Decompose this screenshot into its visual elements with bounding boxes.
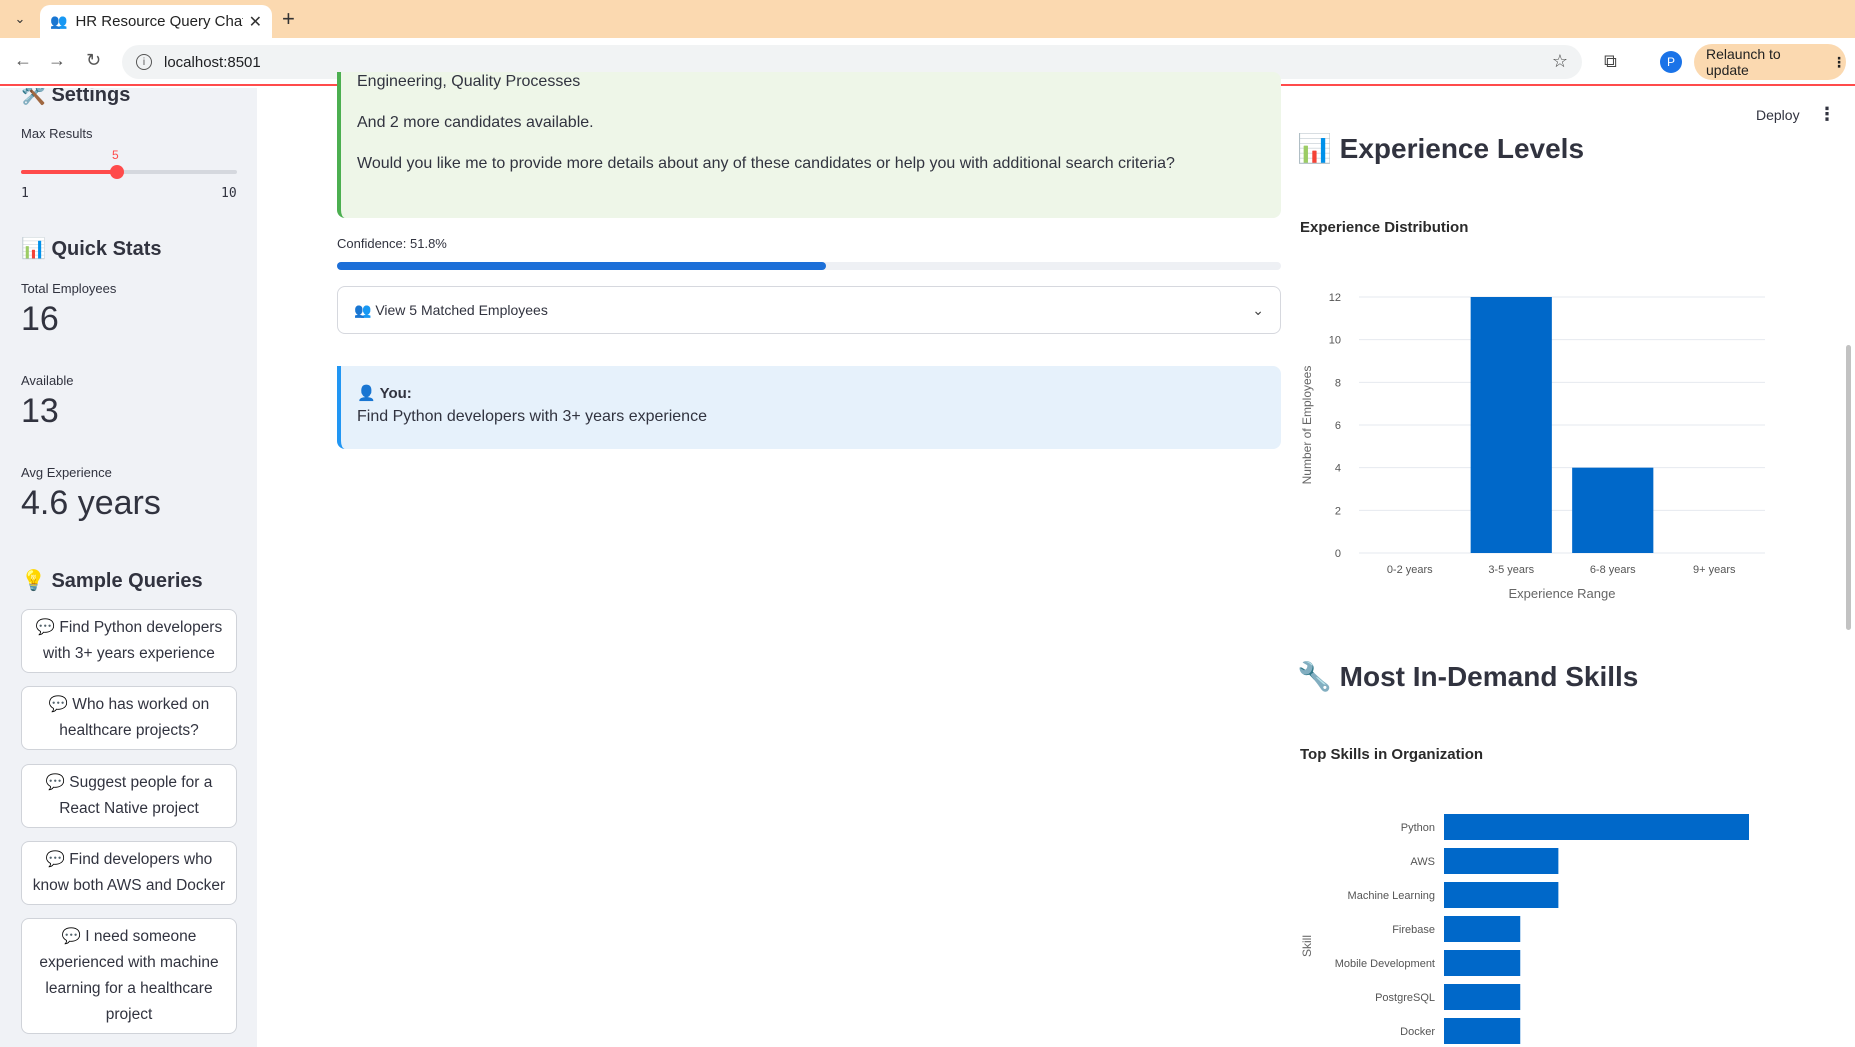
y-tick-label: Firebase	[1392, 924, 1435, 936]
sample-query-button[interactable]: 💬 Find Python developers with 3+ years e…	[21, 609, 237, 673]
assistant-line: Would you like me to provide more detail…	[357, 155, 1175, 172]
url-text: localhost:8501	[164, 53, 261, 71]
quick-stats-heading: 📊 Quick Stats	[21, 238, 162, 260]
assistant-line: And 2 more candidates available.	[357, 114, 594, 131]
bar	[1444, 848, 1559, 874]
bar	[1444, 814, 1749, 840]
relaunch-button[interactable]: Relaunch to update ⋮	[1694, 44, 1846, 80]
y-axis-label: Number of Employees	[1300, 366, 1314, 485]
bar	[1444, 882, 1559, 908]
skills-chart-title: Top Skills in Organization	[1300, 746, 1484, 763]
y-tick-label: 0	[1335, 548, 1341, 560]
tab-close-icon[interactable]: ✕	[249, 12, 262, 32]
assistant-line: Engineering, Quality Processes	[357, 73, 581, 90]
slider-thumb[interactable]	[109, 165, 124, 179]
bar	[1444, 916, 1521, 942]
y-tick-label: Machine Learning	[1348, 890, 1435, 902]
stat-value: 13	[21, 392, 59, 430]
y-tick-label: 6	[1335, 420, 1341, 432]
main-menu-icon[interactable]: ⋮	[1818, 104, 1836, 125]
stat-label: Available	[21, 373, 74, 388]
back-icon[interactable]: ←	[14, 50, 32, 71]
slider-value: 5	[112, 148, 119, 162]
sample-query-button[interactable]: 💬 I need someone experienced with machin…	[21, 918, 237, 1034]
bar	[1444, 1018, 1521, 1044]
experience-chart-title: Experience Distribution	[1300, 219, 1469, 236]
skills-heading: 🔧 Most In-Demand Skills	[1297, 661, 1639, 692]
page-scrollbar[interactable]	[1846, 345, 1851, 630]
sample-query-button[interactable]: 💬 Who has worked on healthcare projects?	[21, 686, 237, 750]
confidence-progress-bar	[337, 262, 1281, 270]
slider-fill	[21, 170, 117, 174]
x-tick-label: 6-8 years	[1590, 564, 1636, 576]
assistant-message: Engineering, Quality Processes And 2 mor…	[337, 72, 1281, 218]
sidebar: 🛠️ Settings Max Results 5 1 10 📊 Quick S…	[0, 88, 257, 1047]
expander-label: 👥 View 5 Matched Employees	[354, 301, 548, 318]
relaunch-label: Relaunch to update	[1706, 46, 1781, 78]
y-axis-label: Skill	[1300, 935, 1314, 957]
y-tick-label: PostgreSQL	[1375, 992, 1435, 1004]
experience-heading: 📊 Experience Levels	[1297, 133, 1585, 164]
bar	[1444, 950, 1521, 976]
bar	[1444, 984, 1521, 1010]
tab-title: HR Resource Query Chat	[75, 13, 243, 30]
bar	[1470, 297, 1552, 553]
slider-min: 1	[21, 186, 29, 201]
user-message: 👤 You: Find Python developers with 3+ ye…	[337, 366, 1281, 449]
bookmark-star-icon[interactable]: ☆	[1552, 51, 1568, 72]
browser-tab[interactable]: 👥 HR Resource Query Chat ✕	[40, 5, 272, 38]
max-results-slider[interactable]	[21, 165, 237, 179]
skills-chart: Python AWS Machine Learning Firebase Mobile …	[1300, 814, 1749, 1044]
x-axis-label: Experience Range	[1509, 586, 1616, 601]
experience-chart: 0 2 4 6 8 10 12 0-2 years 3-5 years 6-8 years 9+ y…	[1300, 292, 1765, 601]
sample-query-button[interactable]: 💬 Find developers who know both AWS and …	[21, 841, 237, 905]
y-tick-label: 2	[1335, 505, 1341, 517]
x-tick-label: 9+ years	[1693, 564, 1736, 576]
matched-employees-expander[interactable]: 👥 View 5 Matched Employees ⌄	[337, 286, 1281, 334]
y-tick-label: AWS	[1410, 856, 1435, 868]
tab-search-icon[interactable]: ⌄	[8, 7, 32, 31]
y-tick-label: 10	[1329, 335, 1341, 347]
stat-value: 16	[21, 300, 59, 338]
chevron-down-icon: ⌄	[1252, 301, 1264, 318]
forward-icon[interactable]: →	[48, 50, 66, 71]
new-tab-icon[interactable]: +	[282, 6, 295, 32]
y-tick-label: Mobile Development	[1335, 958, 1435, 970]
y-tick-label: 4	[1335, 463, 1341, 475]
browser-tab-bar: ⌄ 👥 HR Resource Query Chat ✕ +	[0, 0, 1855, 38]
stat-label: Total Employees	[21, 281, 117, 296]
y-tick-label: 12	[1329, 292, 1341, 304]
reload-icon[interactable]: ↻	[86, 50, 101, 71]
confidence-progress-fill	[337, 262, 826, 270]
confidence-label: Confidence: 51.8%	[337, 236, 447, 251]
y-tick-label: Docker	[1400, 1026, 1435, 1038]
y-tick-label: Python	[1401, 822, 1435, 834]
sample-query-button[interactable]: 💬 Suggest people for a React Native proj…	[21, 764, 237, 828]
x-tick-label: 0-2 years	[1387, 564, 1433, 576]
user-message-text: Find Python developers with 3+ years exp…	[357, 408, 707, 425]
stat-value: 4.6 years	[21, 484, 161, 522]
tab-favicon-icon: 👥	[50, 13, 68, 29]
sample-queries-heading: 💡 Sample Queries	[21, 570, 203, 592]
slider-max: 10	[221, 186, 237, 201]
deploy-button[interactable]: Deploy	[1756, 107, 1800, 123]
settings-heading: 🛠️ Settings	[21, 88, 131, 106]
extensions-icon[interactable]: ⧉	[1604, 51, 1617, 72]
stat-label: Avg Experience	[21, 465, 112, 480]
browser-menu-icon[interactable]: ⋮	[1832, 54, 1846, 71]
y-tick-label: 8	[1335, 377, 1341, 389]
user-label: 👤 You:	[357, 385, 412, 402]
x-tick-label: 3-5 years	[1488, 564, 1534, 576]
max-results-label: Max Results	[21, 126, 93, 141]
profile-avatar[interactable]: P	[1660, 51, 1682, 73]
site-info-icon[interactable]: i	[136, 54, 152, 70]
bar	[1572, 467, 1654, 553]
